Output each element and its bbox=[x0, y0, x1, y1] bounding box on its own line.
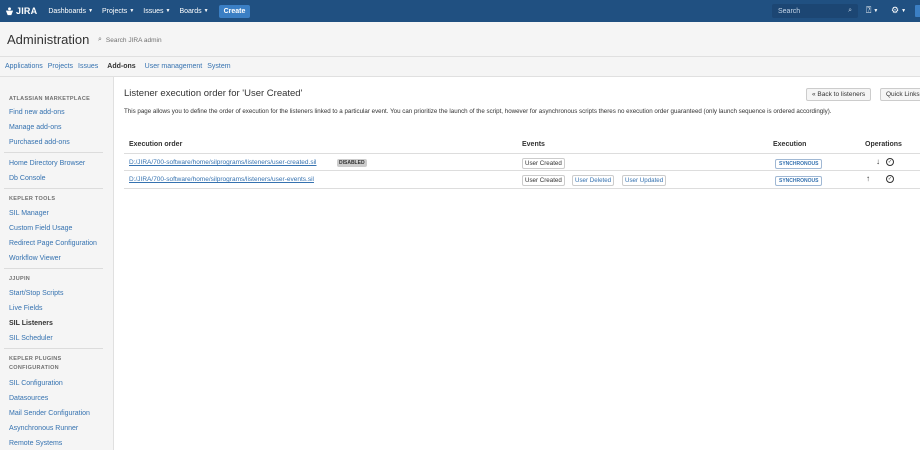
sidebar-item-custom-field-usage[interactable]: Custom Field Usage bbox=[9, 225, 72, 232]
sidebar-item-home-directory-browser[interactable]: Home Directory Browser bbox=[9, 160, 85, 167]
move-up-icon[interactable]: ↑ bbox=[866, 174, 870, 183]
execution-badge: SYNCHRONOUS bbox=[775, 176, 823, 186]
quick-links-button[interactable]: Quick Links bbox=[880, 88, 920, 101]
admin-search-placeholder: Search JIRA admin bbox=[105, 36, 162, 44]
tab-user-management[interactable]: User management bbox=[145, 63, 203, 70]
column-header-operations: Operations bbox=[865, 141, 902, 148]
admin-search-input[interactable]: ⌕ Search JIRA admin bbox=[98, 36, 162, 44]
nav-boards[interactable]: Boards ▼ bbox=[179, 8, 208, 15]
sidebar-heading-kepler-plugins-configuration: KEPLER PLUGINS CONFIGURATION bbox=[9, 356, 62, 371]
check-circle-icon[interactable]: ✓ bbox=[886, 158, 894, 166]
sidebar-item-redirect-page-configuration[interactable]: Redirect Page Configuration bbox=[9, 240, 97, 247]
chevron-down-icon: ▼ bbox=[203, 8, 209, 14]
page-description: This page allows you to define the order… bbox=[124, 108, 832, 115]
sidebar-item-sil-manager[interactable]: SIL Manager bbox=[9, 210, 49, 217]
jira-logo-text: JIRA bbox=[16, 6, 38, 16]
sidebar-item-asynchronous-runner[interactable]: Asynchronous Runner bbox=[9, 425, 78, 432]
sidebar-divider bbox=[4, 348, 103, 349]
sidebar-item-sil-scheduler[interactable]: SIL Scheduler bbox=[9, 335, 53, 342]
listener-path-link[interactable]: D:/JIRA/700-software/home/silprograms/li… bbox=[129, 159, 316, 166]
sidebar-item-manage-add-ons[interactable]: Manage add-ons bbox=[9, 124, 62, 131]
event-badge: User Updated bbox=[622, 175, 667, 186]
listener-page-title: Listener execution order for 'User Creat… bbox=[124, 88, 303, 99]
sidebar-heading-kepler-tools: KEPLER TOOLS bbox=[9, 196, 56, 202]
search-placeholder: Search bbox=[778, 7, 801, 15]
jira-logo[interactable]: JIRA bbox=[5, 6, 37, 16]
sidebar-item-db-console[interactable]: Db Console bbox=[9, 175, 46, 182]
sidebar-divider bbox=[4, 268, 103, 269]
sidebar: ATLASSIAN MARKETPLACE Find new add-ons M… bbox=[0, 77, 114, 450]
sidebar-item-datasources[interactable]: Datasources bbox=[9, 395, 48, 402]
chevron-down-icon: ▼ bbox=[88, 8, 94, 14]
execution-badge: SYNCHRONOUS bbox=[775, 159, 823, 169]
chevron-down-icon: ▼ bbox=[901, 7, 907, 14]
sidebar-item-live-fields[interactable]: Live Fields bbox=[9, 305, 42, 312]
avatar[interactable] bbox=[915, 5, 920, 17]
event-badge: User Created bbox=[522, 175, 565, 186]
chevron-down-icon: ▼ bbox=[165, 8, 171, 14]
column-header-execution: Execution bbox=[773, 141, 807, 148]
settings-menu[interactable]: ⚙ ▼ bbox=[891, 5, 906, 16]
jira-logo-icon bbox=[5, 6, 14, 15]
back-to-listeners-button[interactable]: « Back to listeners bbox=[806, 88, 872, 101]
search-icon: ⌕ bbox=[98, 36, 102, 43]
sidebar-item-remote-systems[interactable]: Remote Systems bbox=[9, 440, 62, 447]
create-button[interactable]: Create bbox=[218, 4, 251, 18]
table-row-divider bbox=[124, 188, 920, 189]
table-header-divider bbox=[124, 153, 920, 154]
tab-add-ons[interactable]: Add-ons bbox=[107, 63, 135, 70]
tab-projects[interactable]: Projects bbox=[48, 63, 73, 70]
sidebar-item-start-stop-scripts[interactable]: Start/Stop Scripts bbox=[9, 290, 63, 297]
column-header-execution-order: Execution order bbox=[129, 141, 183, 148]
sidebar-divider bbox=[4, 152, 103, 153]
check-circle-icon[interactable]: ✓ bbox=[886, 175, 894, 183]
sidebar-heading-jjupin: JJUPIN bbox=[9, 276, 31, 282]
nav-projects-label: Projects bbox=[102, 7, 128, 15]
chevron-down-icon: ▼ bbox=[873, 7, 879, 14]
sidebar-item-sil-listeners[interactable]: SIL Listeners bbox=[9, 320, 53, 327]
admin-header: Administration ⌕ Search JIRA admin bbox=[0, 22, 920, 57]
nav-issues-label: Issues bbox=[143, 7, 164, 15]
sidebar-item-purchased-add-ons[interactable]: Purchased add-ons bbox=[9, 139, 70, 146]
search-icon: ⌕ bbox=[848, 7, 852, 14]
listener-path-link[interactable]: D:/JIRA/700-software/home/silprograms/li… bbox=[129, 176, 314, 183]
help-icon: ⍰ bbox=[866, 5, 872, 15]
column-header-events: Events bbox=[522, 141, 545, 148]
sidebar-heading-marketplace: ATLASSIAN MARKETPLACE bbox=[9, 96, 91, 102]
admin-tabs: Applications Projects Issues Add-ons Use… bbox=[0, 57, 920, 77]
sidebar-item-find-new-add-ons[interactable]: Find new add-ons bbox=[9, 109, 65, 116]
nav-dashboards[interactable]: Dashboards ▼ bbox=[48, 8, 93, 15]
table-row-divider bbox=[124, 170, 920, 171]
nav-issues[interactable]: Issues ▼ bbox=[143, 8, 170, 15]
page-title: Administration bbox=[7, 32, 90, 47]
search-input[interactable]: Search ⌕ bbox=[772, 4, 858, 18]
sidebar-item-workflow-viewer[interactable]: Workflow Viewer bbox=[9, 255, 61, 262]
sidebar-item-mail-sender-configuration[interactable]: Mail Sender Configuration bbox=[9, 410, 90, 417]
nav-boards-label: Boards bbox=[179, 7, 202, 15]
sidebar-item-sil-configuration[interactable]: SIL Configuration bbox=[9, 380, 63, 387]
status-badge: DISABLED bbox=[337, 159, 367, 167]
event-badge: User Deleted bbox=[572, 175, 615, 186]
help-menu[interactable]: ⍰ ▼ bbox=[866, 5, 878, 16]
tab-applications[interactable]: Applications bbox=[5, 63, 43, 70]
gear-icon: ⚙ bbox=[891, 5, 900, 15]
event-badge: User Created bbox=[522, 158, 565, 169]
nav-dashboards-label: Dashboards bbox=[48, 7, 87, 15]
sidebar-divider bbox=[4, 188, 103, 189]
chevron-down-icon: ▼ bbox=[129, 8, 135, 14]
move-down-icon[interactable]: ↓ bbox=[876, 157, 880, 166]
top-navigation: JIRA Dashboards ▼ Projects ▼ Issues ▼ Board… bbox=[0, 0, 920, 22]
tab-issues[interactable]: Issues bbox=[78, 63, 98, 70]
tab-system[interactable]: System bbox=[207, 63, 230, 70]
nav-projects[interactable]: Projects ▼ bbox=[102, 8, 134, 15]
